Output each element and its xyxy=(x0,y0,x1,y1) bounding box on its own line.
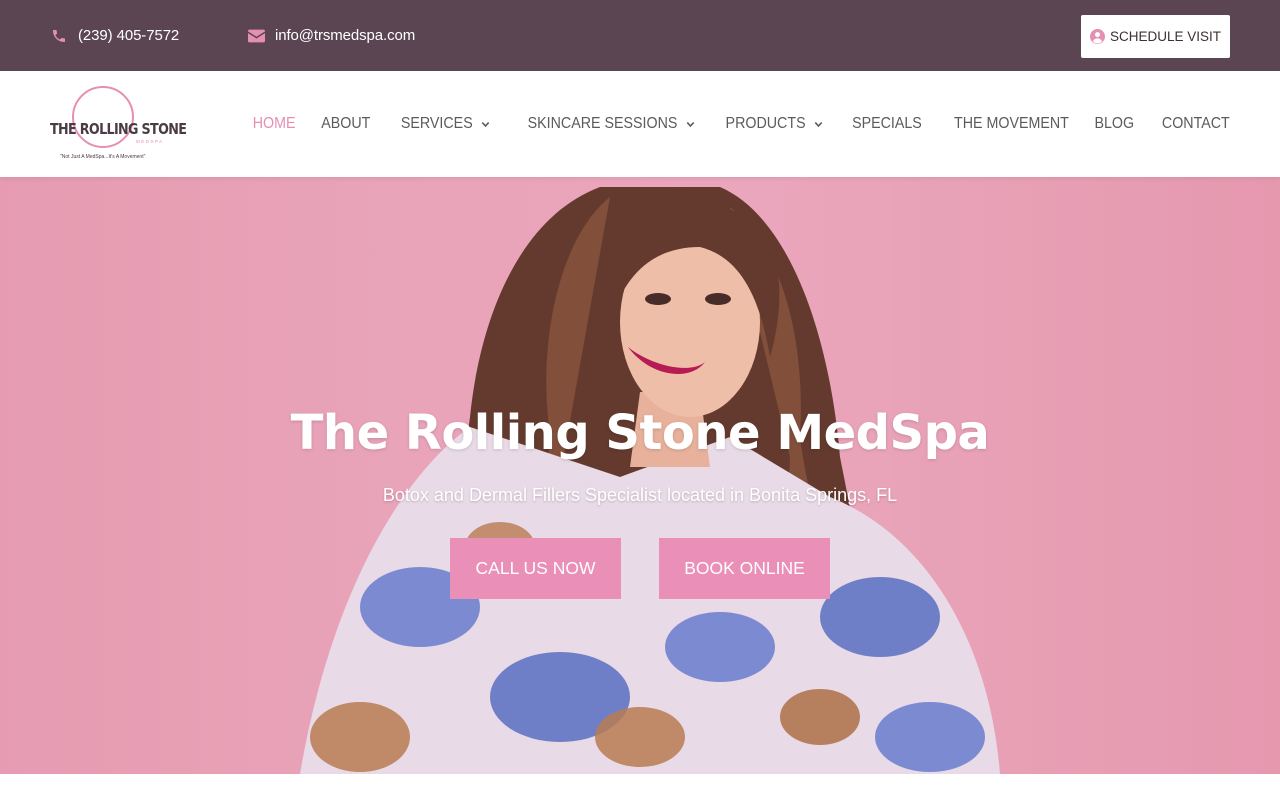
email-link[interactable]: info@trsmedspa.com xyxy=(247,0,415,71)
logo-tagline: "Not Just A MedSpa...It's A Movement" xyxy=(60,154,146,160)
chevron-down-icon xyxy=(480,118,491,130)
phone-number: (239) 405-7572 xyxy=(78,27,180,44)
user-circle-icon xyxy=(1089,29,1105,44)
top-bar: (239) 405-7572 info@trsmedspa.com SCHEDU… xyxy=(0,0,1280,71)
call-us-now-label: CALL US NOW xyxy=(475,558,596,578)
nav-item-contact[interactable]: CONTACT xyxy=(1162,115,1230,133)
schedule-visit-label: SCHEDULE VISIT xyxy=(1109,29,1222,44)
phone-icon xyxy=(50,27,68,45)
email-address: info@trsmedspa.com xyxy=(275,27,416,44)
chevron-down-icon xyxy=(813,118,824,130)
chevron-down-icon xyxy=(684,118,695,130)
main-nav: HOME ABOUT SERVICES SKINCARE SESSIONS PR… xyxy=(227,71,1230,177)
hero-overlay xyxy=(0,177,1280,774)
call-us-now-button[interactable]: CALL US NOW xyxy=(450,538,621,599)
nav-item-label: CONTACT xyxy=(1162,115,1230,132)
nav-item-specials[interactable]: SPECIALS xyxy=(853,115,923,133)
logo-ring xyxy=(72,86,134,148)
nav-item-about[interactable]: ABOUT xyxy=(321,115,370,133)
nav-item-the-movement[interactable]: THE MOVEMENT xyxy=(954,115,1069,133)
envelope-icon xyxy=(247,27,265,45)
hero-subtitle: Botox and Dermal Fillers Specialist loca… xyxy=(382,485,898,505)
hero-title: The Rolling Stone MedSpa xyxy=(290,405,990,461)
site-header: THE ROLLING STONE MEDSPA "Not Just A Med… xyxy=(0,71,1280,177)
nav-item-home[interactable]: HOME xyxy=(252,115,295,133)
nav-item-label: ABOUT xyxy=(321,115,371,132)
nav-item-label: THE MOVEMENT xyxy=(954,115,1070,132)
nav-item-label: HOME xyxy=(252,115,296,132)
nav-item-label: SPECIALS xyxy=(852,115,923,132)
book-online-button[interactable]: BOOK ONLINE xyxy=(659,538,830,599)
nav-item-products[interactable]: PRODUCTS xyxy=(726,115,824,133)
nav-item-label: PRODUCTS xyxy=(726,115,807,132)
logo-sub: MEDSPA xyxy=(136,139,164,144)
phone-link[interactable]: (239) 405-7572 xyxy=(50,0,179,71)
page-bottom-strip xyxy=(0,774,1280,800)
nav-item-services[interactable]: SERVICES xyxy=(400,115,490,133)
hero-section: The Rolling Stone MedSpa Botox and Derma… xyxy=(0,177,1280,774)
site-logo[interactable]: THE ROLLING STONE MEDSPA "Not Just A Med… xyxy=(48,84,187,164)
nav-item-label: BLOG xyxy=(1094,115,1135,132)
nav-item-label: SKINCARE SESSIONS xyxy=(527,115,678,132)
nav-item-label: SERVICES xyxy=(400,115,473,132)
nav-item-skincare-sessions[interactable]: SKINCARE SESSIONS xyxy=(527,115,695,133)
book-online-label: BOOK ONLINE xyxy=(684,558,805,578)
logo-text: THE ROLLING STONE xyxy=(50,120,187,138)
schedule-visit-button[interactable]: SCHEDULE VISIT xyxy=(1081,15,1230,58)
nav-item-blog[interactable]: BLOG xyxy=(1095,115,1135,133)
